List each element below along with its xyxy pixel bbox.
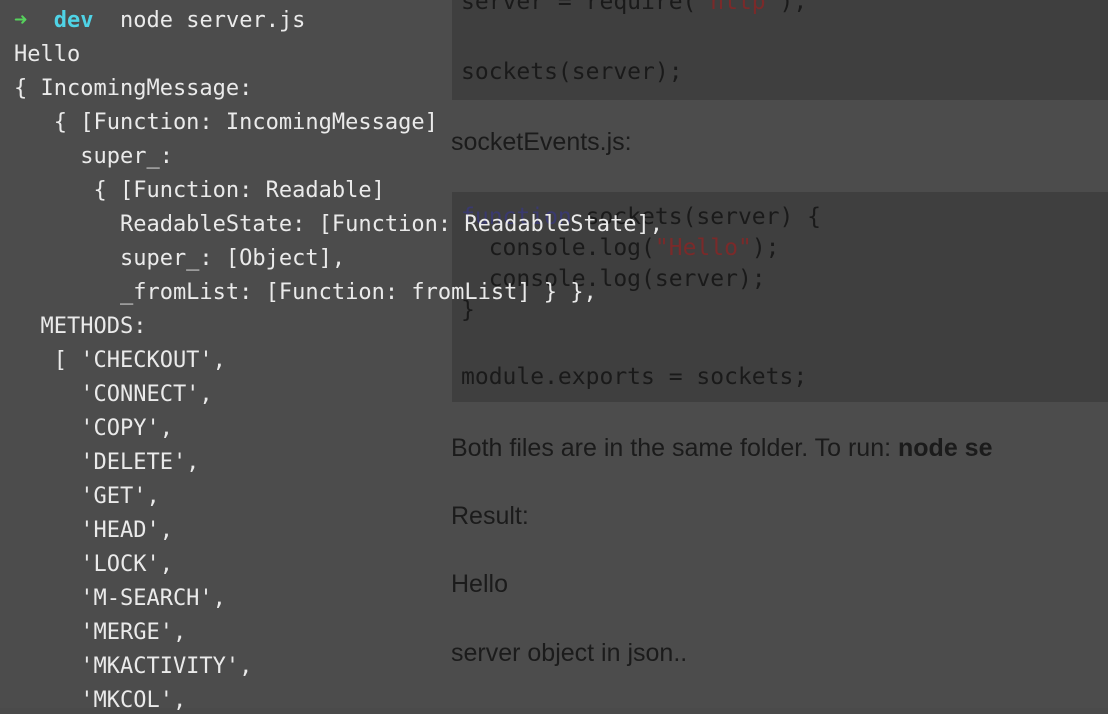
terminal-output-line: { [Function: IncomingMessage] bbox=[14, 110, 438, 135]
terminal-output-line: ReadableState: [Function: ReadableState]… bbox=[14, 212, 664, 237]
terminal-output-line: 'MERGE', bbox=[14, 620, 187, 645]
terminal-output-line: { [Function: Readable] bbox=[14, 178, 385, 203]
terminal-output-line: { IncomingMessage: bbox=[14, 76, 253, 101]
terminal-output-line: 'MKACTIVITY', bbox=[14, 654, 253, 679]
prompt-command: node server.js bbox=[120, 8, 306, 33]
prompt-directory: dev bbox=[53, 8, 94, 33]
terminal-output-line: super_: [Object], bbox=[14, 246, 346, 271]
terminal-output-line: 'COPY', bbox=[14, 416, 173, 441]
terminal-output-line: 'GET', bbox=[14, 484, 160, 509]
terminal-output-line: 'MKCOL', bbox=[14, 688, 187, 713]
terminal-output-line: [ 'CHECKOUT', bbox=[14, 348, 226, 373]
prompt-arrow-icon: ➜ bbox=[14, 8, 28, 33]
terminal-window[interactable]: ➜ dev node server.js Hello { IncomingMess… bbox=[0, 0, 1108, 713]
terminal-output-line: 'DELETE', bbox=[14, 450, 200, 475]
terminal-output-line: 'CONNECT', bbox=[14, 382, 213, 407]
terminal-output-line: 'HEAD', bbox=[14, 518, 173, 543]
terminal-output-line: 'LOCK', bbox=[14, 552, 173, 577]
terminal-output-line: Hello bbox=[14, 42, 81, 67]
terminal-prompt: ➜ dev node server.js bbox=[14, 8, 305, 34]
terminal-output-line: _fromList: [Function: fromList] } }, bbox=[14, 280, 597, 305]
terminal-output-line: super_: bbox=[14, 144, 173, 169]
terminal-output-line: METHODS: bbox=[14, 314, 147, 339]
terminal-output-line: 'M-SEARCH', bbox=[14, 586, 226, 611]
